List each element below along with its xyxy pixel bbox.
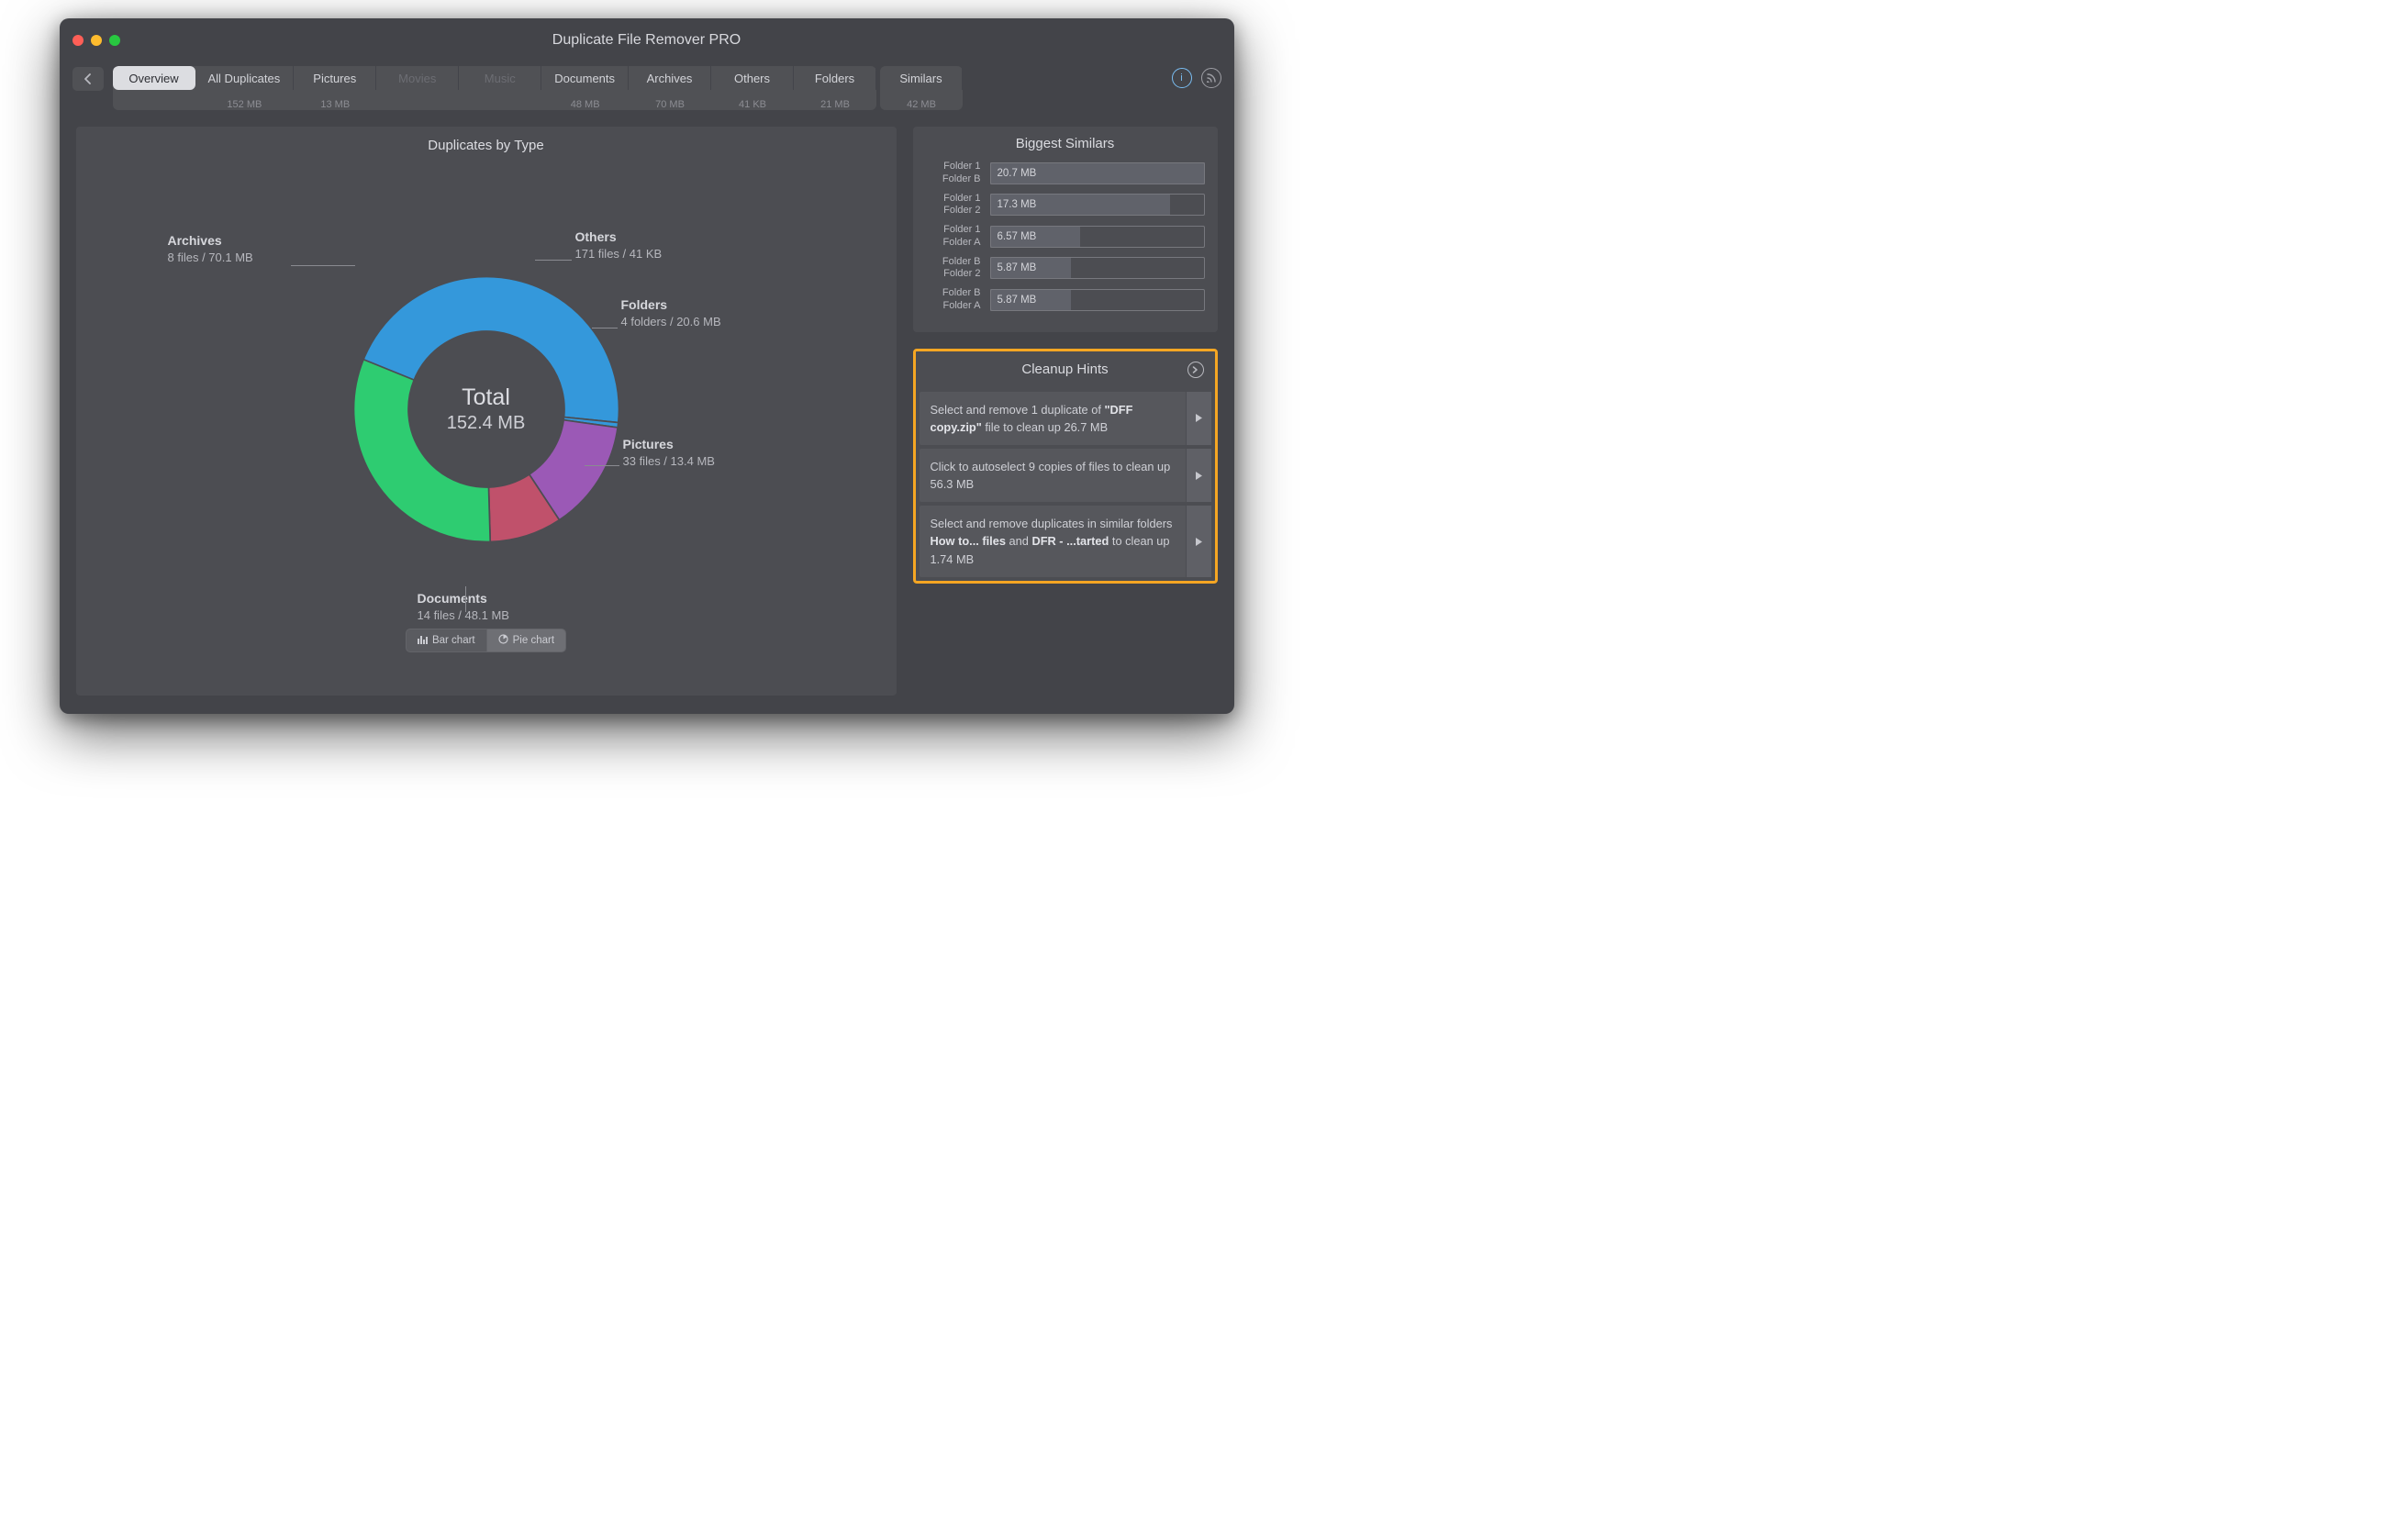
similar-row[interactable]: Folder 1Folder 2 17.3 MB	[926, 193, 1205, 218]
chevron-left-icon	[84, 73, 93, 84]
tab-size-label: 70 MB	[655, 99, 685, 110]
similar-bar: 17.3 MB	[990, 194, 1205, 216]
tab-strip: Overview All Duplicates 152 MB Pictures 13 …	[113, 66, 1163, 110]
maximize-button[interactable]	[109, 35, 120, 46]
similar-row[interactable]: Folder BFolder A 5.87 MB	[926, 287, 1205, 313]
minimize-button[interactable]	[91, 35, 102, 46]
hint-text: Select and remove duplicates in similar …	[920, 506, 1186, 577]
tab-others[interactable]: Others	[711, 66, 794, 90]
total-value: 152.4 MB	[447, 413, 526, 434]
feed-icon[interactable]	[1201, 68, 1221, 88]
tab-size-label: 152 MB	[227, 99, 262, 110]
play-icon	[1196, 538, 1202, 546]
cleanup-hints-panel: Cleanup Hints Select and remove 1 duplic…	[913, 349, 1218, 584]
similar-bar: 5.87 MB	[990, 289, 1205, 311]
play-icon	[1196, 414, 1202, 422]
tab-music[interactable]: Music	[459, 66, 541, 90]
pie-chart-label: Pie chart	[513, 635, 554, 646]
tab-size-label: 13 MB	[320, 99, 350, 110]
close-button[interactable]	[72, 35, 84, 46]
similar-pair-names: Folder 1Folder A	[926, 224, 981, 250]
similars-tab-group: Similars 42 MB	[880, 66, 963, 110]
cleanup-hint[interactable]: Select and remove duplicates in similar …	[920, 506, 1211, 577]
tab-folders[interactable]: Folders	[794, 66, 876, 90]
tab-documents[interactable]: Documents	[541, 66, 629, 90]
similar-bar: 5.87 MB	[990, 257, 1205, 279]
pie-chart-toggle[interactable]: Pie chart	[487, 629, 565, 651]
tab-similars[interactable]: Similars	[880, 66, 963, 90]
total-label: Total	[447, 384, 526, 411]
biggest-similars-panel: Biggest Similars Folder 1Folder B 20.7 M…	[913, 127, 1218, 332]
chart-panel: Duplicates by Type Total 152.4 MB Archiv…	[76, 127, 897, 696]
hint-text: Click to autoselect 9 copies of files to…	[920, 449, 1186, 502]
tab-size-label: 21 MB	[820, 99, 850, 110]
cleanup-hint[interactable]: Click to autoselect 9 copies of files to…	[920, 449, 1211, 502]
side-panels: Biggest Similars Folder 1Folder B 20.7 M…	[913, 127, 1218, 696]
cleanup-hint[interactable]: Select and remove 1 duplicate of "DFF co…	[920, 392, 1211, 445]
content-area: Duplicates by Type Total 152.4 MB Archiv…	[60, 110, 1234, 714]
bar-chart-toggle[interactable]: Bar chart	[407, 629, 487, 651]
tab-size-label	[417, 99, 419, 110]
app-window: Duplicate File Remover PRO Overview All …	[60, 18, 1234, 714]
hints-header: Cleanup Hints	[916, 351, 1215, 388]
info-icon[interactable]: i	[1172, 68, 1192, 88]
leader-line	[465, 586, 466, 612]
bar-chart-icon	[418, 635, 428, 647]
window-title: Duplicate File Remover PRO	[60, 32, 1234, 49]
similar-bar: 20.7 MB	[990, 162, 1205, 184]
similar-pair-names: Folder 1Folder B	[926, 161, 981, 186]
similars-title: Biggest Similars	[926, 136, 1205, 151]
similar-pair-names: Folder 1Folder 2	[926, 193, 981, 218]
segment-label-others: Others 171 files / 41 KB	[575, 228, 663, 262]
segment-label-pictures: Pictures 33 files / 13.4 MB	[623, 436, 715, 469]
tab-size-label: 41 KB	[739, 99, 766, 110]
similar-pair-names: Folder BFolder A	[926, 287, 981, 313]
tab-all-duplicates[interactable]: All Duplicates	[195, 66, 295, 90]
titlebar: Duplicate File Remover PRO	[60, 18, 1234, 62]
play-icon	[1196, 472, 1202, 480]
leader-line	[585, 465, 619, 466]
hint-text: Select and remove 1 duplicate of "DFF co…	[920, 392, 1186, 445]
chart-type-toggle: Bar chart Pie chart	[89, 629, 884, 652]
similar-row[interactable]: Folder 1Folder B 20.7 MB	[926, 161, 1205, 186]
tab-pictures[interactable]: Pictures	[294, 66, 376, 90]
donut-chart: Total 152.4 MB Archives 8 files / 70.1 M…	[89, 162, 884, 603]
tab-archives[interactable]: Archives	[629, 66, 711, 90]
tab-size-label	[152, 99, 155, 110]
back-button[interactable]	[72, 67, 104, 91]
donut-center: Total 152.4 MB	[447, 384, 526, 434]
tab-overview[interactable]: Overview	[113, 66, 195, 90]
leader-line	[535, 260, 572, 261]
similar-row[interactable]: Folder 1Folder A 6.57 MB	[926, 224, 1205, 250]
tab-size-label	[499, 99, 502, 110]
tab-size-label: 48 MB	[571, 99, 600, 110]
toolbar: Overview All Duplicates 152 MB Pictures 13 …	[60, 62, 1234, 110]
hint-action-button[interactable]	[1186, 449, 1211, 502]
rss-icon	[1207, 73, 1216, 83]
hint-action-button[interactable]	[1186, 392, 1211, 445]
pie-chart-icon	[498, 634, 508, 647]
similar-bar: 6.57 MB	[990, 226, 1205, 248]
tab-movies[interactable]: Movies	[376, 66, 459, 90]
similar-pair-names: Folder BFolder 2	[926, 256, 981, 282]
segment-label-archives: Archives 8 files / 70.1 MB	[168, 232, 253, 265]
segment-label-folders: Folders 4 folders / 20.6 MB	[621, 296, 721, 329]
similar-row[interactable]: Folder BFolder 2 5.87 MB	[926, 256, 1205, 282]
tab-size-label: 42 MB	[907, 99, 936, 110]
hints-title: Cleanup Hints	[1021, 362, 1108, 377]
toolbar-icons: i	[1172, 68, 1221, 88]
chart-title: Duplicates by Type	[89, 138, 884, 153]
hint-action-button[interactable]	[1186, 506, 1211, 577]
traffic-lights	[72, 35, 120, 46]
chevron-right-icon[interactable]	[1187, 362, 1204, 378]
category-tabs: Overview All Duplicates 152 MB Pictures 13 …	[113, 66, 877, 110]
segment-label-documents: Documents 14 files / 48.1 MB	[418, 590, 509, 623]
bar-chart-label: Bar chart	[432, 635, 475, 646]
leader-line	[291, 265, 355, 266]
